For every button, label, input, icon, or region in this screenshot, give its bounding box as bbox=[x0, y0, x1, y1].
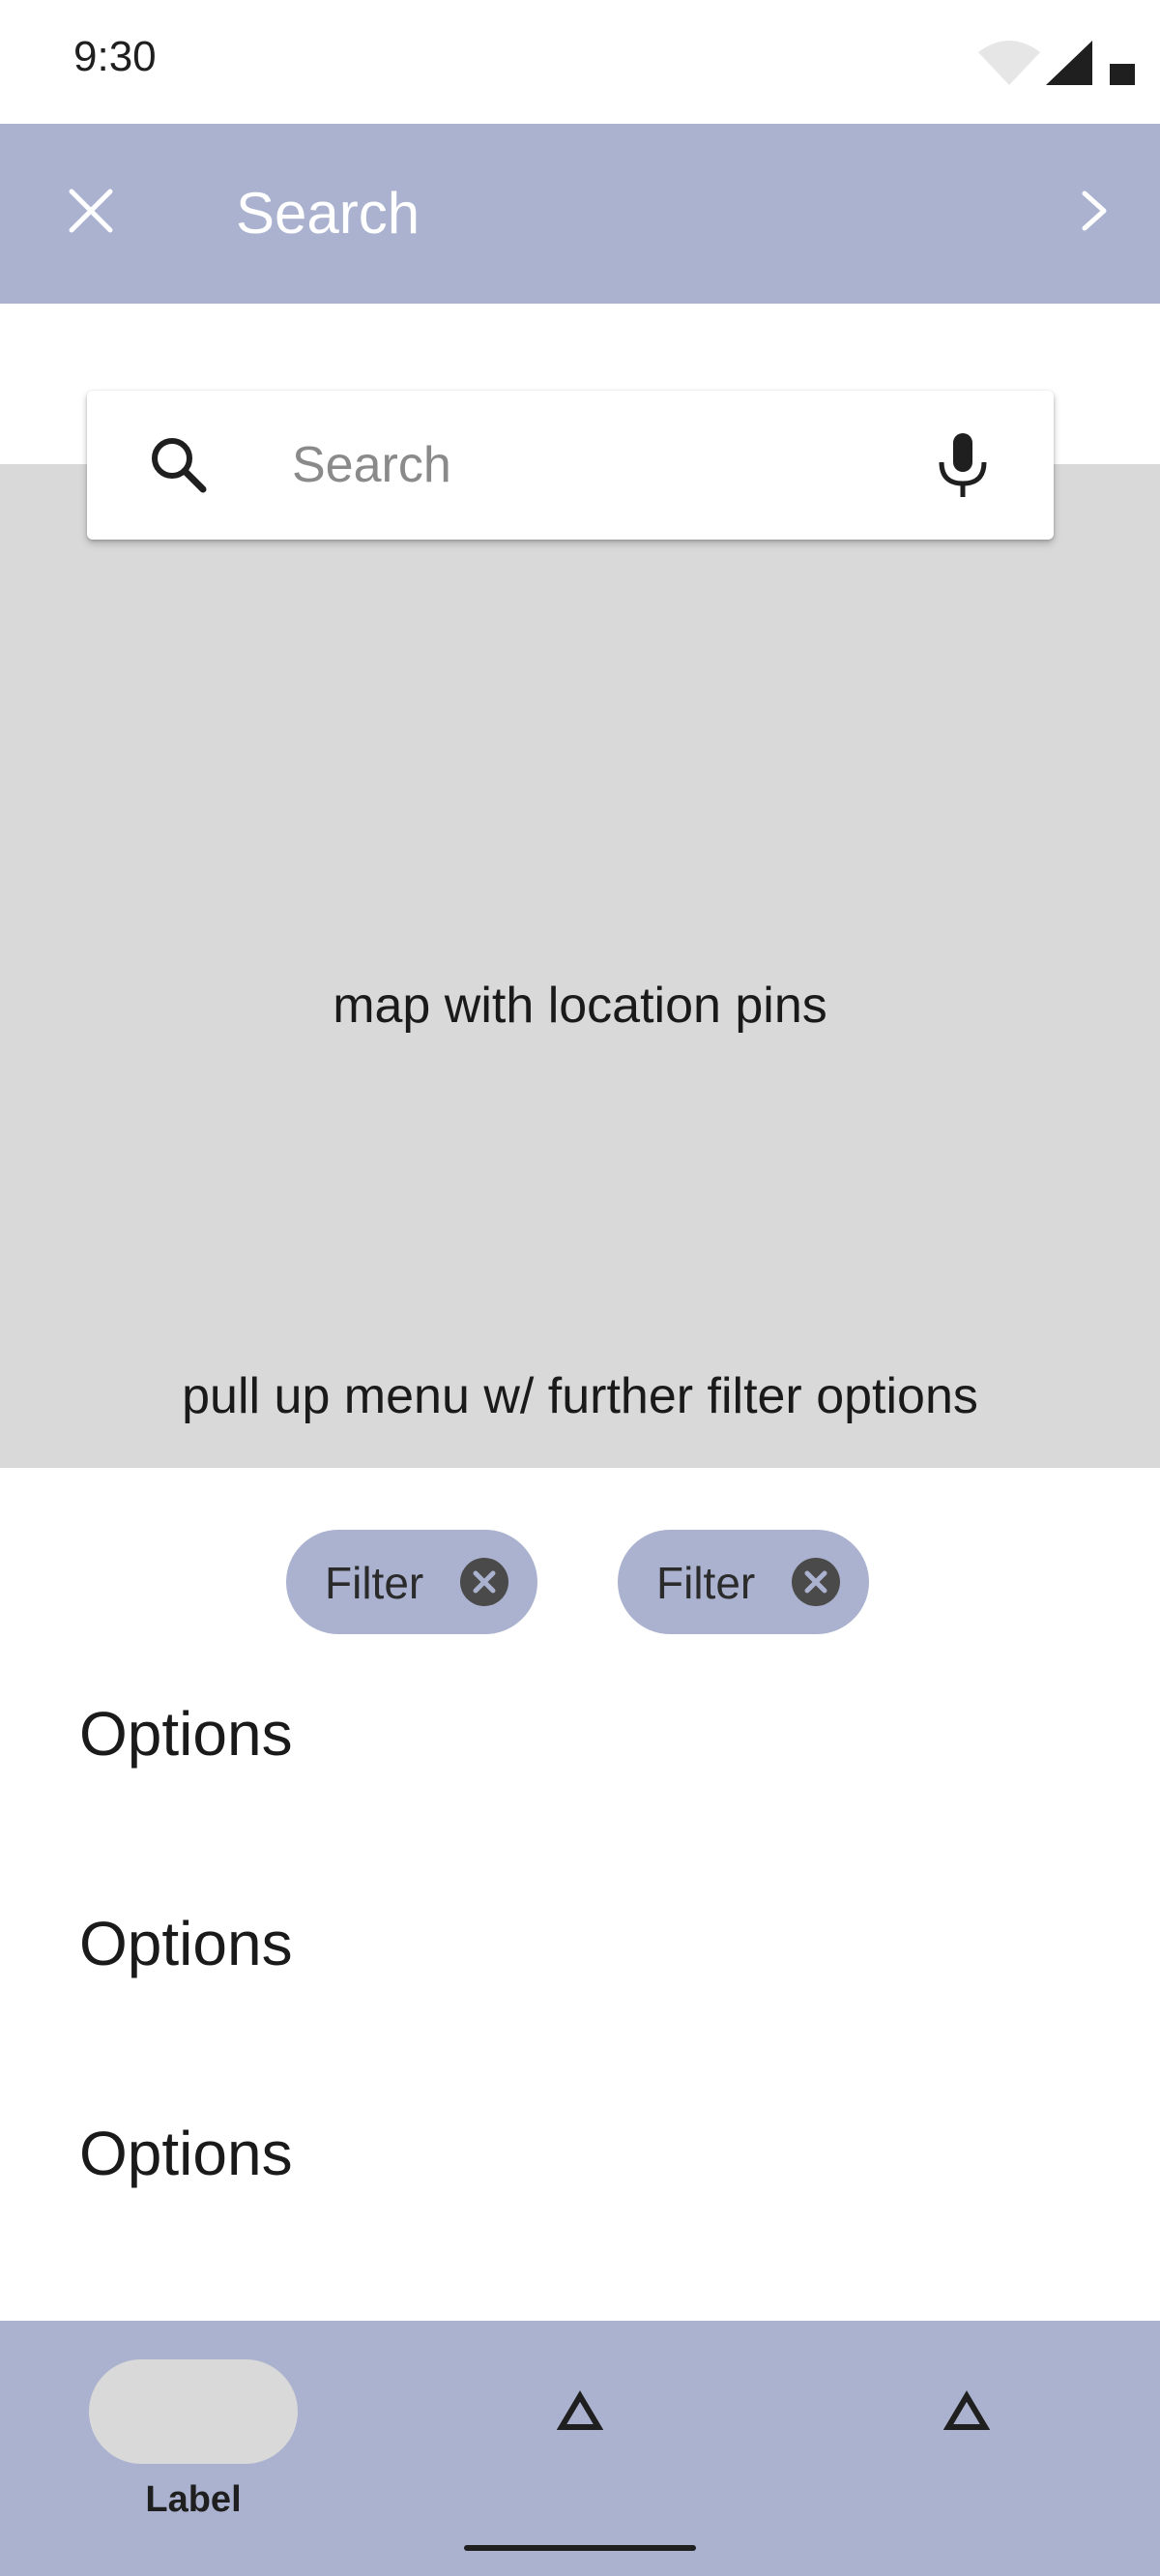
filter-chip-label: Filter bbox=[656, 1558, 756, 1608]
status-time: 9:30 bbox=[73, 33, 157, 80]
filter-chip[interactable]: Filter bbox=[618, 1530, 869, 1634]
list-item[interactable]: Options bbox=[79, 1698, 293, 1770]
nav-item-text: Label bbox=[145, 2479, 242, 2520]
triangle-icon bbox=[557, 2390, 603, 2430]
nav-item-2[interactable] bbox=[387, 2321, 773, 2533]
list-item[interactable]: Options bbox=[79, 1908, 293, 1979]
home-indicator[interactable] bbox=[464, 2545, 696, 2551]
page-title: Search bbox=[236, 181, 420, 246]
nav-item-label[interactable]: Label bbox=[0, 2321, 387, 2533]
pullup-menu-label: pull up menu w/ further filter options bbox=[182, 1368, 978, 1424]
search-input[interactable] bbox=[292, 420, 911, 511]
search-bar bbox=[87, 391, 1054, 540]
next-button[interactable] bbox=[1058, 174, 1131, 248]
chevron-right-icon bbox=[1082, 190, 1107, 231]
status-bar: 9:30 bbox=[0, 0, 1160, 124]
map-placeholder-label: map with location pins bbox=[333, 978, 827, 1034]
microphone-icon[interactable] bbox=[926, 427, 1000, 501]
triangle-icon bbox=[943, 2390, 990, 2430]
nav-item-3[interactable] bbox=[773, 2321, 1160, 2533]
remove-filter-icon[interactable] bbox=[790, 1556, 842, 1608]
status-icons bbox=[978, 41, 1135, 85]
battery-icon bbox=[1110, 64, 1135, 85]
map-area[interactable]: map with location pins pull up menu w/ f… bbox=[0, 464, 1160, 1468]
filter-chips: Filter Filter bbox=[0, 1530, 1160, 1634]
close-button[interactable] bbox=[54, 174, 128, 248]
list-item[interactable]: Options bbox=[79, 2118, 293, 2189]
remove-filter-icon[interactable] bbox=[458, 1556, 510, 1608]
wifi-icon bbox=[978, 41, 1040, 85]
active-indicator bbox=[89, 2359, 298, 2464]
close-icon bbox=[69, 189, 113, 233]
top-app-bar: Search bbox=[0, 124, 1160, 304]
search-icon bbox=[152, 438, 207, 493]
signal-icon bbox=[1046, 41, 1092, 85]
filter-chip[interactable]: Filter bbox=[286, 1530, 537, 1634]
bottom-navigation: Label bbox=[0, 2321, 1160, 2576]
filter-chip-label: Filter bbox=[325, 1558, 424, 1608]
